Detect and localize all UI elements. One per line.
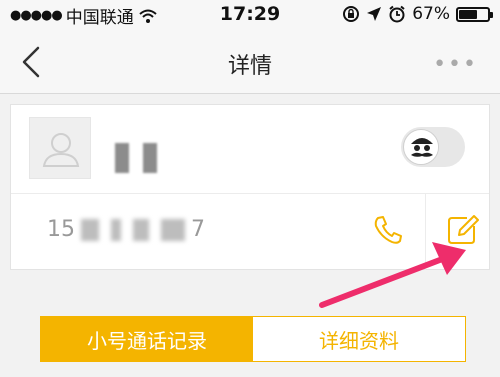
call-button[interactable] xyxy=(371,213,405,247)
location-arrow-icon xyxy=(367,7,382,21)
contact-card: 15 7 xyxy=(10,104,490,270)
phone-blur xyxy=(133,218,149,241)
privacy-toggle[interactable] xyxy=(401,127,465,167)
phone-blur xyxy=(161,218,185,241)
edit-button[interactable] xyxy=(445,213,479,247)
tab-details[interactable]: 详细资料 xyxy=(253,317,465,361)
battery-icon xyxy=(456,6,493,22)
battery-percent: 67% xyxy=(412,4,450,24)
more-options-icon[interactable]: ••• xyxy=(433,52,478,77)
contact-name-blurred xyxy=(115,143,189,173)
person-placeholder-icon xyxy=(42,133,80,167)
status-right: 67% xyxy=(342,4,493,24)
tab-call-records[interactable]: 小号通话记录 xyxy=(41,317,253,361)
phone-prefix: 15 xyxy=(47,217,75,242)
status-bar: ●●●●● 中国联通 17:29 67% xyxy=(0,0,500,30)
phone-icon xyxy=(374,216,402,244)
phone-blur xyxy=(81,218,99,241)
phone-number: 15 7 xyxy=(47,217,205,242)
mustache-avatar-icon xyxy=(403,129,439,165)
avatar xyxy=(29,117,91,179)
phone-blur xyxy=(111,218,121,241)
phone-suffix: 7 xyxy=(191,217,205,242)
navigation-bar: 详情 ••• xyxy=(0,30,500,94)
page-title: 详情 xyxy=(227,54,272,79)
card-divider xyxy=(11,193,489,194)
battery-fill xyxy=(459,9,478,19)
segmented-tabs: 小号通话记录 详细资料 xyxy=(40,316,466,362)
alarm-icon xyxy=(389,5,405,23)
card-vertical-divider xyxy=(425,194,426,270)
rotation-lock-icon xyxy=(343,6,360,22)
edit-icon xyxy=(448,215,479,244)
